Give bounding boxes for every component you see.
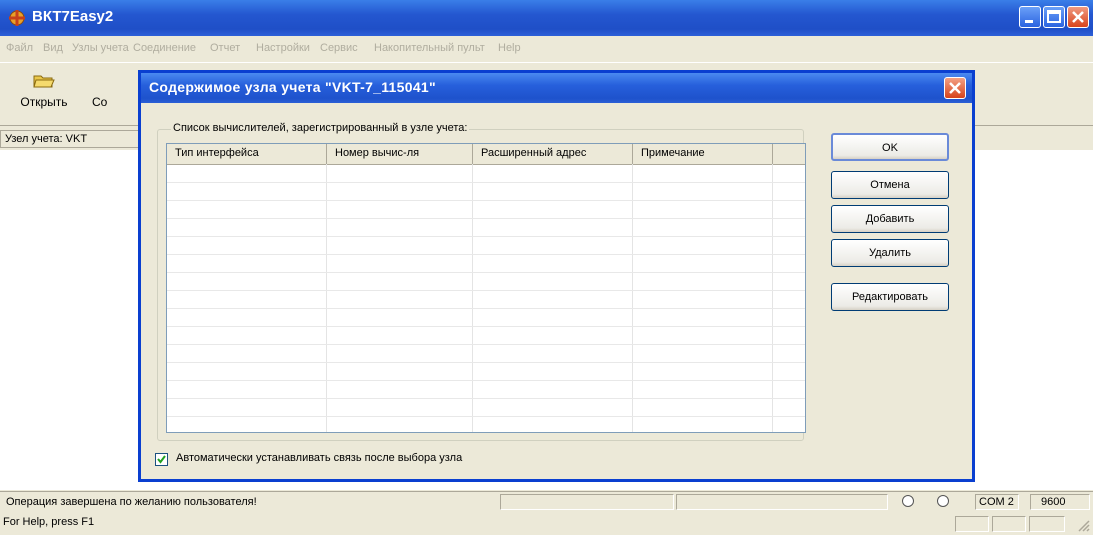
menu-connection[interactable]: Соединение (133, 42, 196, 54)
maximize-button[interactable] (1043, 6, 1065, 28)
close-icon (949, 82, 961, 94)
auto-connect-checkbox[interactable] (155, 453, 168, 466)
maximize-icon (1047, 10, 1061, 23)
menu-nodes[interactable]: Узлы учета (72, 42, 129, 54)
grid-line (167, 200, 805, 201)
main-title-bar[interactable]: ВКТ7Easy2 (0, 0, 1093, 36)
column-computer-number[interactable]: Номер вычис-ля (327, 144, 473, 164)
grid-line (167, 236, 805, 237)
minimize-button[interactable] (1019, 6, 1041, 28)
menu-service[interactable]: Сервис (320, 42, 358, 54)
grid-line (167, 344, 805, 345)
auto-connect-label[interactable]: Автоматически устанавливать связь после … (176, 452, 462, 464)
grid-line (326, 164, 327, 432)
status-bar: Операция завершена по желанию пользовате… (0, 491, 1093, 512)
node-contents-dialog: Содержимое узла учета "VKT-7_115041" Спи… (138, 70, 975, 482)
indicator-circle-2 (937, 495, 949, 507)
column-note[interactable]: Примечание (633, 144, 773, 164)
cancel-button[interactable]: Отмена (831, 171, 949, 199)
menu-report[interactable]: Отчет (210, 42, 240, 54)
table-header: Тип интерфейса Номер вычис-ля Расширенны… (167, 144, 805, 165)
status-indicator-3 (1029, 516, 1065, 532)
grid-line (167, 416, 805, 417)
grid-line (772, 164, 773, 432)
add-button[interactable]: Добавить (831, 205, 949, 233)
menu-view[interactable]: Вид (43, 42, 63, 54)
menu-help[interactable]: Help (498, 42, 521, 54)
node-info-bar: Узел учета: VKT (0, 130, 150, 148)
status-com-port: COM 2 (975, 494, 1019, 510)
grid-line (167, 308, 805, 309)
menu-settings[interactable]: Настройки (256, 42, 310, 54)
app-icon (9, 10, 25, 26)
grid-line (167, 182, 805, 183)
grid-line (472, 164, 473, 432)
dialog-title-bar[interactable]: Содержимое узла учета "VKT-7_115041" (141, 73, 972, 103)
menu-accumulator[interactable]: Накопительный пульт (374, 42, 485, 54)
status-message: Операция завершена по желанию пользовате… (2, 494, 498, 510)
grid-line (632, 164, 633, 432)
column-extended-address[interactable]: Расширенный адрес (473, 144, 633, 164)
checkmark-icon (157, 455, 166, 464)
delete-button[interactable]: Удалить (831, 239, 949, 267)
window-title: ВКТ7Easy2 (32, 8, 114, 25)
grid-line (167, 362, 805, 363)
grid-line (167, 398, 805, 399)
dialog-title: Содержимое узла учета "VKT-7_115041" (149, 79, 436, 95)
open-button[interactable]: Открыть (18, 67, 70, 109)
help-status-bar: For Help, press F1 (0, 512, 1093, 535)
close-icon (1072, 11, 1084, 23)
grid-line (167, 272, 805, 273)
grid-line (167, 290, 805, 291)
column-interface-type[interactable]: Тип интерфейса (167, 144, 327, 164)
grid-line (167, 218, 805, 219)
column-empty (773, 144, 805, 164)
minimize-icon (1025, 20, 1033, 23)
menu-bar: Файл Вид Узлы учета Соединение Отчет Нас… (0, 36, 1093, 62)
grid-line (167, 254, 805, 255)
status-indicator-2 (992, 516, 1026, 532)
computers-table[interactable]: Тип интерфейса Номер вычис-ля Расширенны… (166, 143, 806, 433)
toolbar-button-2-label: Со (92, 95, 108, 109)
dialog-close-button[interactable] (944, 77, 966, 99)
menu-file[interactable]: Файл (6, 42, 33, 54)
status-indicator-1 (955, 516, 989, 532)
status-baud-rate: 9600 (1030, 494, 1090, 510)
status-panel-3 (676, 494, 888, 510)
close-button[interactable] (1067, 6, 1089, 28)
grid-line (167, 380, 805, 381)
indicator-circle-1 (902, 495, 914, 507)
edit-button[interactable]: Редактировать (831, 283, 949, 311)
ok-button[interactable]: OK (831, 133, 949, 161)
resize-grip-icon[interactable] (1076, 518, 1090, 532)
grid-line (167, 326, 805, 327)
groupbox-label: Список вычислителей, зарегистрированный … (171, 122, 470, 134)
status-panel-2 (500, 494, 674, 510)
open-label: Открыть (20, 95, 68, 109)
toolbar-button-2[interactable]: Со (92, 67, 138, 109)
help-hint: For Help, press F1 (3, 516, 95, 528)
folder-open-icon (33, 75, 55, 88)
